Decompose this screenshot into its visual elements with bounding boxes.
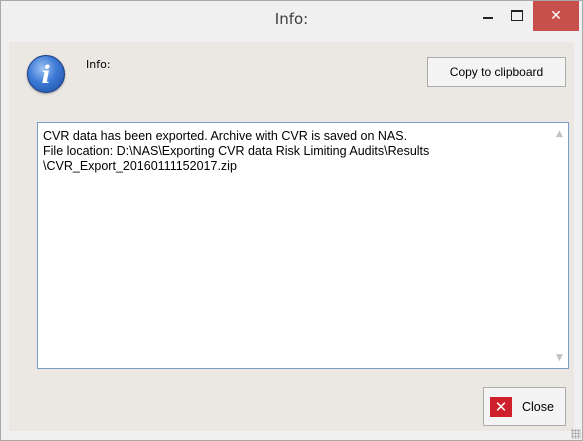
resize-grip-icon[interactable]: [571, 429, 581, 439]
close-icon: ✕: [550, 8, 562, 24]
info-label: Info:: [86, 58, 111, 71]
vertical-scrollbar[interactable]: ▲ ▼: [551, 123, 568, 368]
copy-to-clipboard-button[interactable]: Copy to clipboard: [427, 57, 566, 87]
minimize-icon: [483, 17, 493, 19]
title-bar[interactable]: Info: ✕: [1, 1, 582, 39]
message-textarea[interactable]: CVR data has been exported. Archive with…: [37, 122, 569, 369]
minimize-button[interactable]: [475, 1, 501, 29]
info-glyph: i: [41, 59, 51, 89]
maximize-icon: [511, 9, 523, 21]
close-button[interactable]: ✕ Close: [483, 387, 566, 426]
info-icon: i: [27, 55, 65, 93]
scroll-up-icon[interactable]: ▲: [551, 125, 568, 142]
scroll-down-icon[interactable]: ▼: [551, 349, 568, 366]
message-text[interactable]: CVR data has been exported. Archive with…: [43, 129, 548, 174]
close-button-label: Close: [522, 399, 554, 414]
titlebar-close-button[interactable]: ✕: [533, 1, 579, 31]
maximize-button[interactable]: [504, 1, 530, 29]
close-x-icon: ✕: [490, 396, 512, 417]
